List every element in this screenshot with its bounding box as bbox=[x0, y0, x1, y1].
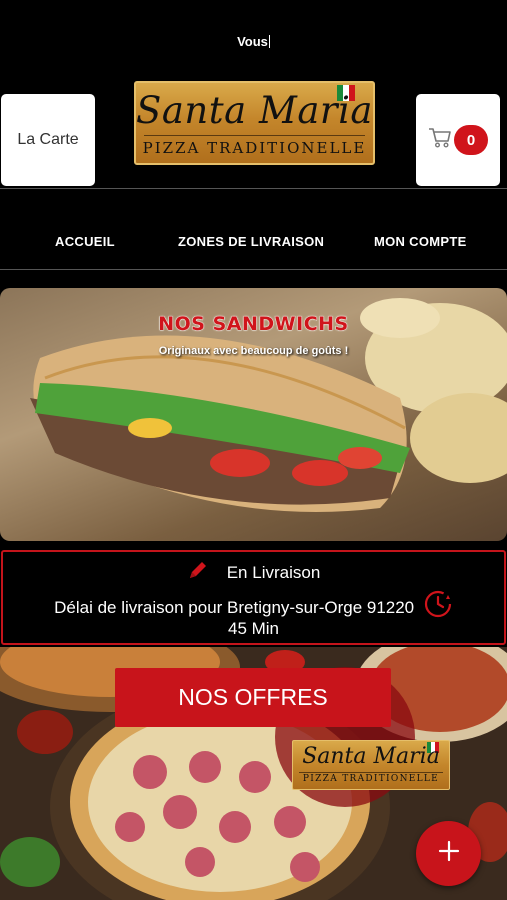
offers-logo-tagline: PIZZA TRADITIONELLE bbox=[302, 774, 440, 784]
plus-icon bbox=[438, 840, 460, 867]
brand-logo[interactable]: Santa Maria PIZZA TRADITIONELLE bbox=[134, 81, 375, 165]
offers-logo-divider bbox=[299, 772, 443, 773]
pencil-icon[interactable] bbox=[187, 559, 209, 586]
menu-button[interactable]: La Carte bbox=[1, 94, 95, 186]
sandwich-banner[interactable]: NOS SANDWICHS Originaux avec beaucoup de… bbox=[0, 288, 507, 541]
cart-button[interactable]: 0 bbox=[416, 94, 500, 186]
delivery-info: Délai de livraison pour Bretigny-sur-Org… bbox=[54, 598, 415, 617]
cart-icon bbox=[428, 127, 452, 154]
offers-button-label: NOS OFFRES bbox=[178, 684, 328, 710]
logo-divider bbox=[144, 135, 365, 136]
add-button[interactable] bbox=[416, 821, 481, 886]
offers-logo: Santa Maria PIZZA TRADITIONELLE bbox=[292, 740, 450, 790]
nav-item-zones-de-livraison[interactable]: ZONES DE LIVRAISON bbox=[178, 234, 324, 249]
nav-item-accueil[interactable]: ACCUEIL bbox=[55, 234, 115, 249]
banner-title: NOS SANDWICHS bbox=[158, 313, 349, 336]
cart-count-badge: 0 bbox=[454, 125, 488, 155]
brand-name: Santa Maria bbox=[136, 89, 373, 132]
nav-item-mon-compte[interactable]: MON COMPTE bbox=[374, 234, 467, 249]
banner-subtitle: Originaux avec beaucoup de goûts ! bbox=[158, 345, 349, 357]
delivery-mode: En Livraison bbox=[226, 563, 321, 582]
offers-logo-name: Santa Maria bbox=[302, 744, 440, 769]
menu-button-label: La Carte bbox=[17, 131, 79, 148]
text-caret bbox=[268, 35, 270, 48]
delivery-time: 45 Min bbox=[227, 619, 280, 638]
main-nav: ACCUEIL ZONES DE LIVRAISON MON COMPTE bbox=[0, 234, 507, 250]
nav-divider bbox=[0, 269, 507, 270]
delivery-mode-row: En Livraison bbox=[3, 559, 504, 586]
brand-tagline: PIZZA TRADITIONELLE bbox=[142, 139, 367, 157]
status-text: Vous bbox=[237, 34, 270, 49]
offers-button[interactable]: NOS OFFRES bbox=[115, 668, 391, 727]
delivery-info-box[interactable]: En Livraison Délai de livraison pour Bre… bbox=[1, 550, 506, 645]
header-divider bbox=[0, 188, 507, 189]
